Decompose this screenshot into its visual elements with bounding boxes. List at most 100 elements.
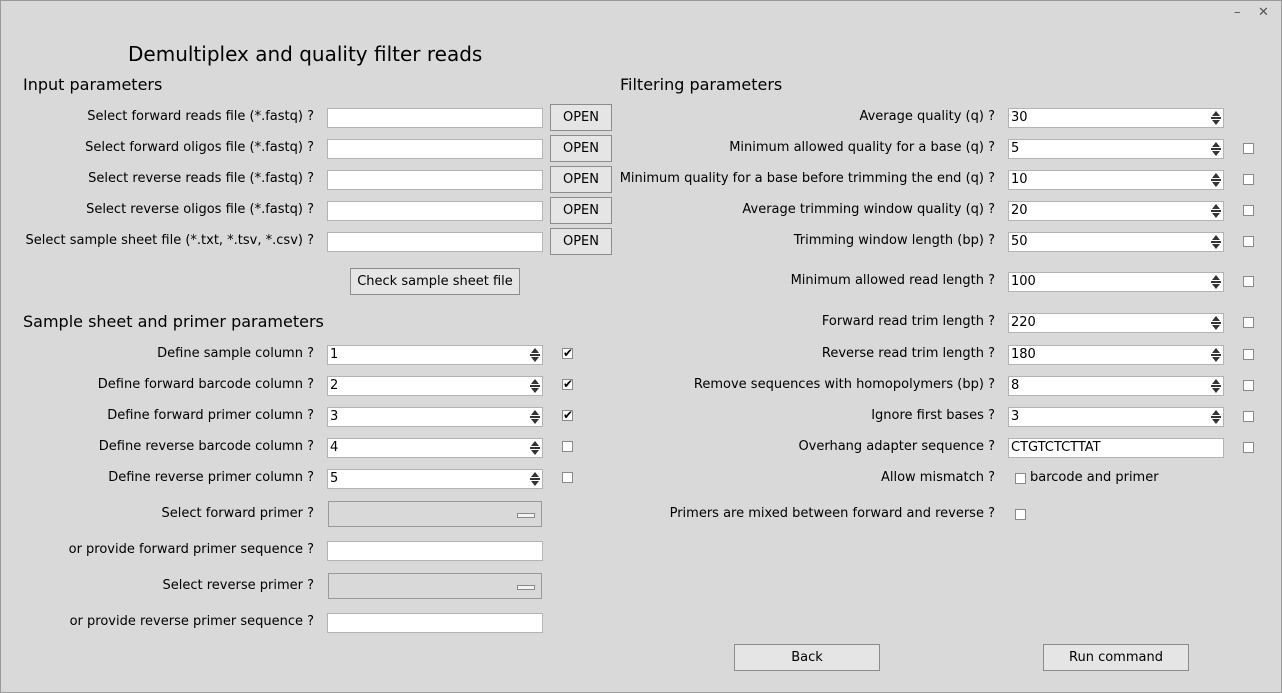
spin-arrows-icon[interactable]: [530, 378, 540, 394]
forward-primer-dropdown[interactable]: [328, 501, 542, 527]
min-read-length-label: Minimum allowed read length ?: [790, 273, 995, 288]
trim-window-quality-value: 20: [1011, 203, 1028, 218]
trim-window-length-spinbox[interactable]: 50: [1008, 232, 1224, 252]
average-quality-spinbox[interactable]: 30: [1008, 108, 1224, 128]
run-command-button[interactable]: Run command: [1043, 644, 1189, 671]
reverse-primer-dropdown[interactable]: [328, 573, 542, 599]
forward-primer-column-spinbox[interactable]: 3: [327, 407, 543, 427]
min-quality-trim-end-spinbox[interactable]: 10: [1008, 170, 1224, 190]
open-sample-sheet-button[interactable]: OPEN: [550, 228, 612, 255]
spin-arrows-icon[interactable]: [530, 409, 540, 425]
spin-arrows-icon[interactable]: [1211, 378, 1221, 394]
forward-primer-column-label: Define forward primer column ?: [107, 408, 314, 423]
reverse-barcode-column-spinbox[interactable]: 4: [327, 438, 543, 458]
min-quality-trim-end-label: Minimum quality for a base before trimmi…: [619, 171, 995, 186]
homopolymers-checkbox[interactable]: [1243, 380, 1254, 391]
reverse-trim-length-value: 180: [1011, 347, 1036, 362]
average-quality-value: 30: [1011, 110, 1028, 125]
reverse-reads-label: Select reverse reads file (*.fastq) ?: [88, 171, 314, 186]
spin-arrows-icon[interactable]: [530, 471, 540, 487]
forward-primer-sequence-field[interactable]: [327, 541, 543, 561]
open-forward-reads-button[interactable]: OPEN: [550, 104, 612, 131]
sample-column-spinbox[interactable]: 1: [327, 345, 543, 365]
ignore-first-bases-spinbox[interactable]: 3: [1008, 407, 1224, 427]
forward-oligos-field[interactable]: [327, 139, 543, 159]
open-reverse-reads-button[interactable]: OPEN: [550, 166, 612, 193]
dropdown-indicator-icon: [517, 585, 535, 590]
forward-trim-length-label: Forward read trim length ?: [821, 314, 995, 329]
trim-window-length-value: 50: [1011, 234, 1028, 249]
min-quality-trim-end-checkbox[interactable]: [1243, 174, 1254, 185]
forward-trim-length-spinbox[interactable]: 220: [1008, 313, 1224, 333]
reverse-primer-column-label: Define reverse primer column ?: [108, 470, 314, 485]
forward-primer-column-checkbox[interactable]: ✔: [562, 409, 573, 421]
forward-barcode-column-label: Define forward barcode column ?: [97, 377, 314, 392]
forward-primer-select-label: Select forward primer ?: [161, 506, 314, 521]
dropdown-indicator-icon: [517, 513, 535, 518]
spin-arrows-icon[interactable]: [1211, 274, 1221, 290]
spin-arrows-icon[interactable]: [530, 440, 540, 456]
allow-mismatch-option-label: barcode and primer: [1030, 470, 1159, 485]
sample-column-checkbox[interactable]: ✔: [562, 347, 573, 359]
minimize-icon[interactable]: –: [1234, 5, 1241, 20]
sample-column-value: 1: [330, 347, 339, 362]
spin-arrows-icon[interactable]: [1211, 234, 1221, 250]
ignore-first-bases-value: 3: [1011, 409, 1020, 424]
min-base-quality-checkbox[interactable]: [1243, 143, 1254, 154]
primers-mixed-checkbox[interactable]: [1015, 509, 1026, 520]
page-title: Demultiplex and quality filter reads: [128, 42, 483, 66]
forward-reads-field[interactable]: [327, 108, 543, 128]
reverse-primer-column-checkbox[interactable]: [562, 472, 573, 483]
spin-arrows-icon[interactable]: [1211, 203, 1221, 219]
open-reverse-oligos-button[interactable]: OPEN: [550, 197, 612, 224]
forward-primer-column-value: 3: [330, 409, 339, 424]
trim-window-quality-spinbox[interactable]: 20: [1008, 201, 1224, 221]
check-sample-sheet-button[interactable]: Check sample sheet file: [350, 268, 520, 295]
reverse-trim-length-checkbox[interactable]: [1243, 349, 1254, 360]
reverse-reads-field[interactable]: [327, 170, 543, 190]
min-quality-trim-end-value: 10: [1011, 172, 1028, 187]
trim-window-quality-checkbox[interactable]: [1243, 205, 1254, 216]
reverse-trim-length-spinbox[interactable]: 180: [1008, 345, 1224, 365]
forward-barcode-column-spinbox[interactable]: 2: [327, 376, 543, 396]
spin-arrows-icon[interactable]: [1211, 315, 1221, 331]
forward-trim-length-value: 220: [1011, 315, 1036, 330]
min-read-length-spinbox[interactable]: 100: [1008, 272, 1224, 292]
sample-column-label: Define sample column ?: [157, 346, 314, 361]
reverse-primer-column-spinbox[interactable]: 5: [327, 469, 543, 489]
spin-arrows-icon[interactable]: [1211, 409, 1221, 425]
spin-arrows-icon[interactable]: [1211, 172, 1221, 188]
sheet-section-heading: Sample sheet and primer parameters: [23, 312, 324, 331]
adapter-sequence-checkbox[interactable]: [1243, 442, 1254, 453]
reverse-trim-length-label: Reverse read trim length ?: [821, 346, 995, 361]
min-read-length-checkbox[interactable]: [1243, 276, 1254, 287]
spin-arrows-icon[interactable]: [1211, 347, 1221, 363]
input-section-heading: Input parameters: [23, 75, 163, 94]
sample-sheet-field[interactable]: [327, 232, 543, 252]
reverse-barcode-column-checkbox[interactable]: [562, 441, 573, 452]
close-icon[interactable]: ✕: [1258, 5, 1269, 20]
reverse-primer-column-value: 5: [330, 471, 339, 486]
min-base-quality-spinbox[interactable]: 5: [1008, 139, 1224, 159]
ignore-first-bases-checkbox[interactable]: [1243, 411, 1254, 422]
forward-barcode-column-checkbox[interactable]: ✔: [562, 378, 573, 390]
min-read-length-value: 100: [1011, 274, 1036, 289]
adapter-sequence-field[interactable]: CTGTCTCTTAT: [1008, 438, 1224, 458]
forward-barcode-column-value: 2: [330, 378, 339, 393]
open-forward-oligos-button[interactable]: OPEN: [550, 135, 612, 162]
reverse-primer-sequence-field[interactable]: [327, 613, 543, 633]
spin-arrows-icon[interactable]: [1211, 110, 1221, 126]
back-button[interactable]: Back: [734, 644, 880, 671]
forward-oligos-label: Select forward oligos file (*.fastq) ?: [85, 140, 314, 155]
min-base-quality-label: Minimum allowed quality for a base (q) ?: [729, 140, 995, 155]
spin-arrows-icon[interactable]: [1211, 141, 1221, 157]
homopolymers-spinbox[interactable]: 8: [1008, 376, 1224, 396]
reverse-primer-sequence-label: or provide reverse primer sequence ?: [69, 614, 314, 629]
forward-trim-length-checkbox[interactable]: [1243, 317, 1254, 328]
reverse-oligos-label: Select reverse oligos file (*.fastq) ?: [86, 202, 314, 217]
spin-arrows-icon[interactable]: [530, 347, 540, 363]
allow-mismatch-checkbox[interactable]: [1015, 473, 1026, 484]
reverse-oligos-field[interactable]: [327, 201, 543, 221]
trim-window-length-checkbox[interactable]: [1243, 236, 1254, 247]
ignore-first-bases-label: Ignore first bases ?: [871, 408, 995, 423]
